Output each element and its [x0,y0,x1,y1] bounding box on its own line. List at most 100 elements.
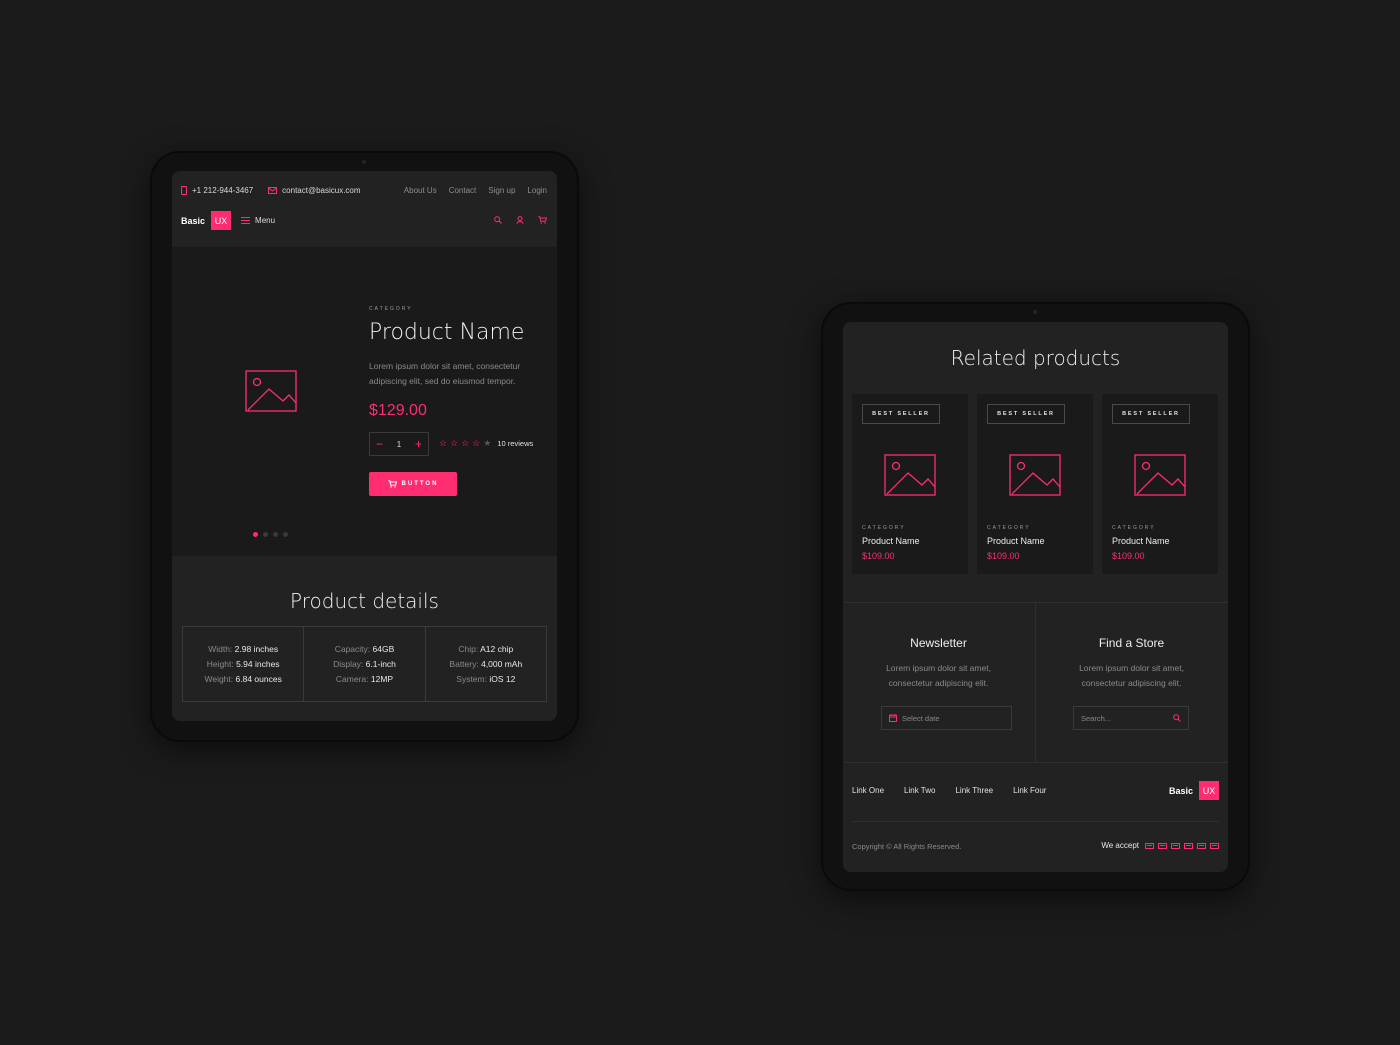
spec-row: Weight: 6.84 ounces [204,673,282,684]
carousel-dots [253,532,293,537]
image-placeholder-icon [1009,454,1061,496]
newsletter-description: Lorem ipsum dolor sit amet, consectetur … [843,661,1034,691]
logo-ux: UX [211,211,232,230]
date-field[interactable]: Select date [881,706,1012,730]
menu-button[interactable]: Menu [241,216,275,225]
card-name[interactable]: Product Name [1112,536,1170,546]
cart-icon[interactable] [538,216,547,224]
newsletter-title: Newsletter [910,636,967,650]
star-icon: ☆ [472,438,481,448]
logo-basic: Basic [181,215,206,226]
camera-dot [362,160,366,164]
we-accept-label: We accept [1101,841,1139,850]
quantity-value[interactable]: 1 [397,440,401,449]
spec-row: Display: 6.1-inch [333,658,396,669]
footer-links: Link One Link Two Link Three Link Four [852,786,1066,795]
payment-card-icon [1184,842,1193,849]
spec-row: Battery: 4,000 mAh [449,658,523,669]
product-category: CATEGORY [369,306,413,312]
find-store-description: Lorem ipsum dolor sit amet, consectetur … [1036,661,1227,691]
payment-card-icon [1158,842,1167,849]
product-price: $129.00 [369,402,427,419]
footer-link-four[interactable]: Link Four [1013,786,1046,795]
carousel-dot[interactable] [283,532,288,537]
payment-card-icon [1171,842,1180,849]
carousel-dot[interactable] [253,532,258,537]
card-price: $109.00 [1112,551,1145,561]
rating: ☆ ☆ ☆ ☆ ★ 10 reviews [439,438,533,449]
product-details-section: Product details Width: 2.98 inches Heigh… [172,556,557,721]
search-icon[interactable] [494,216,502,224]
hamburger-icon [241,217,251,224]
product-name: Product Name [369,320,525,345]
star-icon: ☆ [439,438,448,448]
card-price: $109.00 [862,551,895,561]
product-page-screen: +1 212-944-3467 contact@basicux.com Abou… [172,171,557,721]
logo-basic: Basic [1168,785,1193,796]
image-placeholder-icon [1134,454,1186,496]
camera-dot [1033,310,1037,314]
find-store-title: Find a Store [1098,636,1165,650]
contact-bar: +1 212-944-3467 contact@basicux.com [181,186,361,195]
phone-number[interactable]: +1 212-944-3467 [192,186,253,195]
email-address[interactable]: contact@basicux.com [282,186,360,195]
description-line-1: Lorem ipsum dolor sit amet, consectetur [369,361,521,371]
image-placeholder-icon[interactable] [245,370,297,412]
copyright: Copyright © All Rights Reserved. [852,842,962,851]
payment-card-icon [1197,842,1206,849]
star-icon: ☆ [461,438,470,448]
best-seller-badge: BEST SELLER [1112,404,1190,424]
increment-button[interactable]: + [415,437,422,451]
product-hero: CATEGORY Product Name Lorem ipsum dolor … [172,247,557,556]
date-placeholder: Select date [902,713,940,723]
decrement-button[interactable]: − [376,437,383,451]
card-name[interactable]: Product Name [987,536,1045,546]
footer-logo[interactable]: Basic UX [1169,781,1219,800]
top-nav: About Us Contact Sign up Login [392,186,547,195]
product-card[interactable]: BEST SELLER CATEGORY Product Name $109.0… [852,394,968,574]
best-seller-badge: BEST SELLER [987,404,1065,424]
logo[interactable]: Basic UX [181,211,232,230]
divider [852,821,1219,822]
carousel-dot[interactable] [263,532,268,537]
card-category: CATEGORY [987,525,1031,531]
spec-row: Chip: A12 chip [458,643,514,654]
quantity-stepper[interactable]: − 1 + [369,432,429,456]
mail-icon [268,187,278,194]
store-desc-line-1: Lorem ipsum dolor sit amet, [1079,663,1184,673]
footer-link-three[interactable]: Link Three [955,786,993,795]
card-category: CATEGORY [862,525,906,531]
footer-link-two[interactable]: Link Two [904,786,935,795]
carousel-dot[interactable] [273,532,278,537]
nav-sign-up[interactable]: Sign up [488,186,515,195]
store-search-input[interactable]: Search... [1073,706,1189,730]
tablet-related-page: Related products BEST SELLER CATEGORY Pr… [821,302,1250,891]
site-header: +1 212-944-3467 contact@basicux.com Abou… [172,171,557,247]
nav-about-us[interactable]: About Us [404,186,437,195]
payment-card-icon [1145,842,1154,849]
main-nav: Basic UX Menu [181,211,275,230]
details-title: Product details [290,589,439,613]
product-card[interactable]: BEST SELLER CATEGORY Product Name $109.0… [1102,394,1218,574]
card-name[interactable]: Product Name [862,536,920,546]
button-label: BUTTON [401,481,439,487]
product-card[interactable]: BEST SELLER CATEGORY Product Name $109.0… [977,394,1093,574]
spec-column: Chip: A12 chip Battery: 4,000 mAh System… [426,627,546,701]
nav-login[interactable]: Login [527,186,547,195]
nav-contact[interactable]: Contact [449,186,477,195]
user-icon[interactable] [516,216,524,224]
search-icon[interactable] [1173,714,1181,722]
payment-methods: We accept [1101,841,1219,850]
spec-table: Width: 2.98 inches Height: 5.94 inches W… [182,626,547,702]
related-page-screen: Related products BEST SELLER CATEGORY Pr… [843,322,1228,872]
footer-link-one[interactable]: Link One [852,786,884,795]
star-empty-icon: ★ [483,438,492,448]
product-description: Lorem ipsum dolor sit amet, consectetur … [369,359,520,389]
add-to-cart-button[interactable]: BUTTON [369,472,457,496]
description-line-2: adipiscing elit, sed do eiusmod tempor. [369,376,516,386]
spec-row: Height: 5.94 inches [206,658,280,669]
newsletter-desc-line-2: consectetur adipiscing elit. [888,678,989,688]
review-count[interactable]: 10 reviews [497,439,533,448]
newsletter-desc-line-1: Lorem ipsum dolor sit amet, [886,663,991,673]
card-category: CATEGORY [1112,525,1156,531]
